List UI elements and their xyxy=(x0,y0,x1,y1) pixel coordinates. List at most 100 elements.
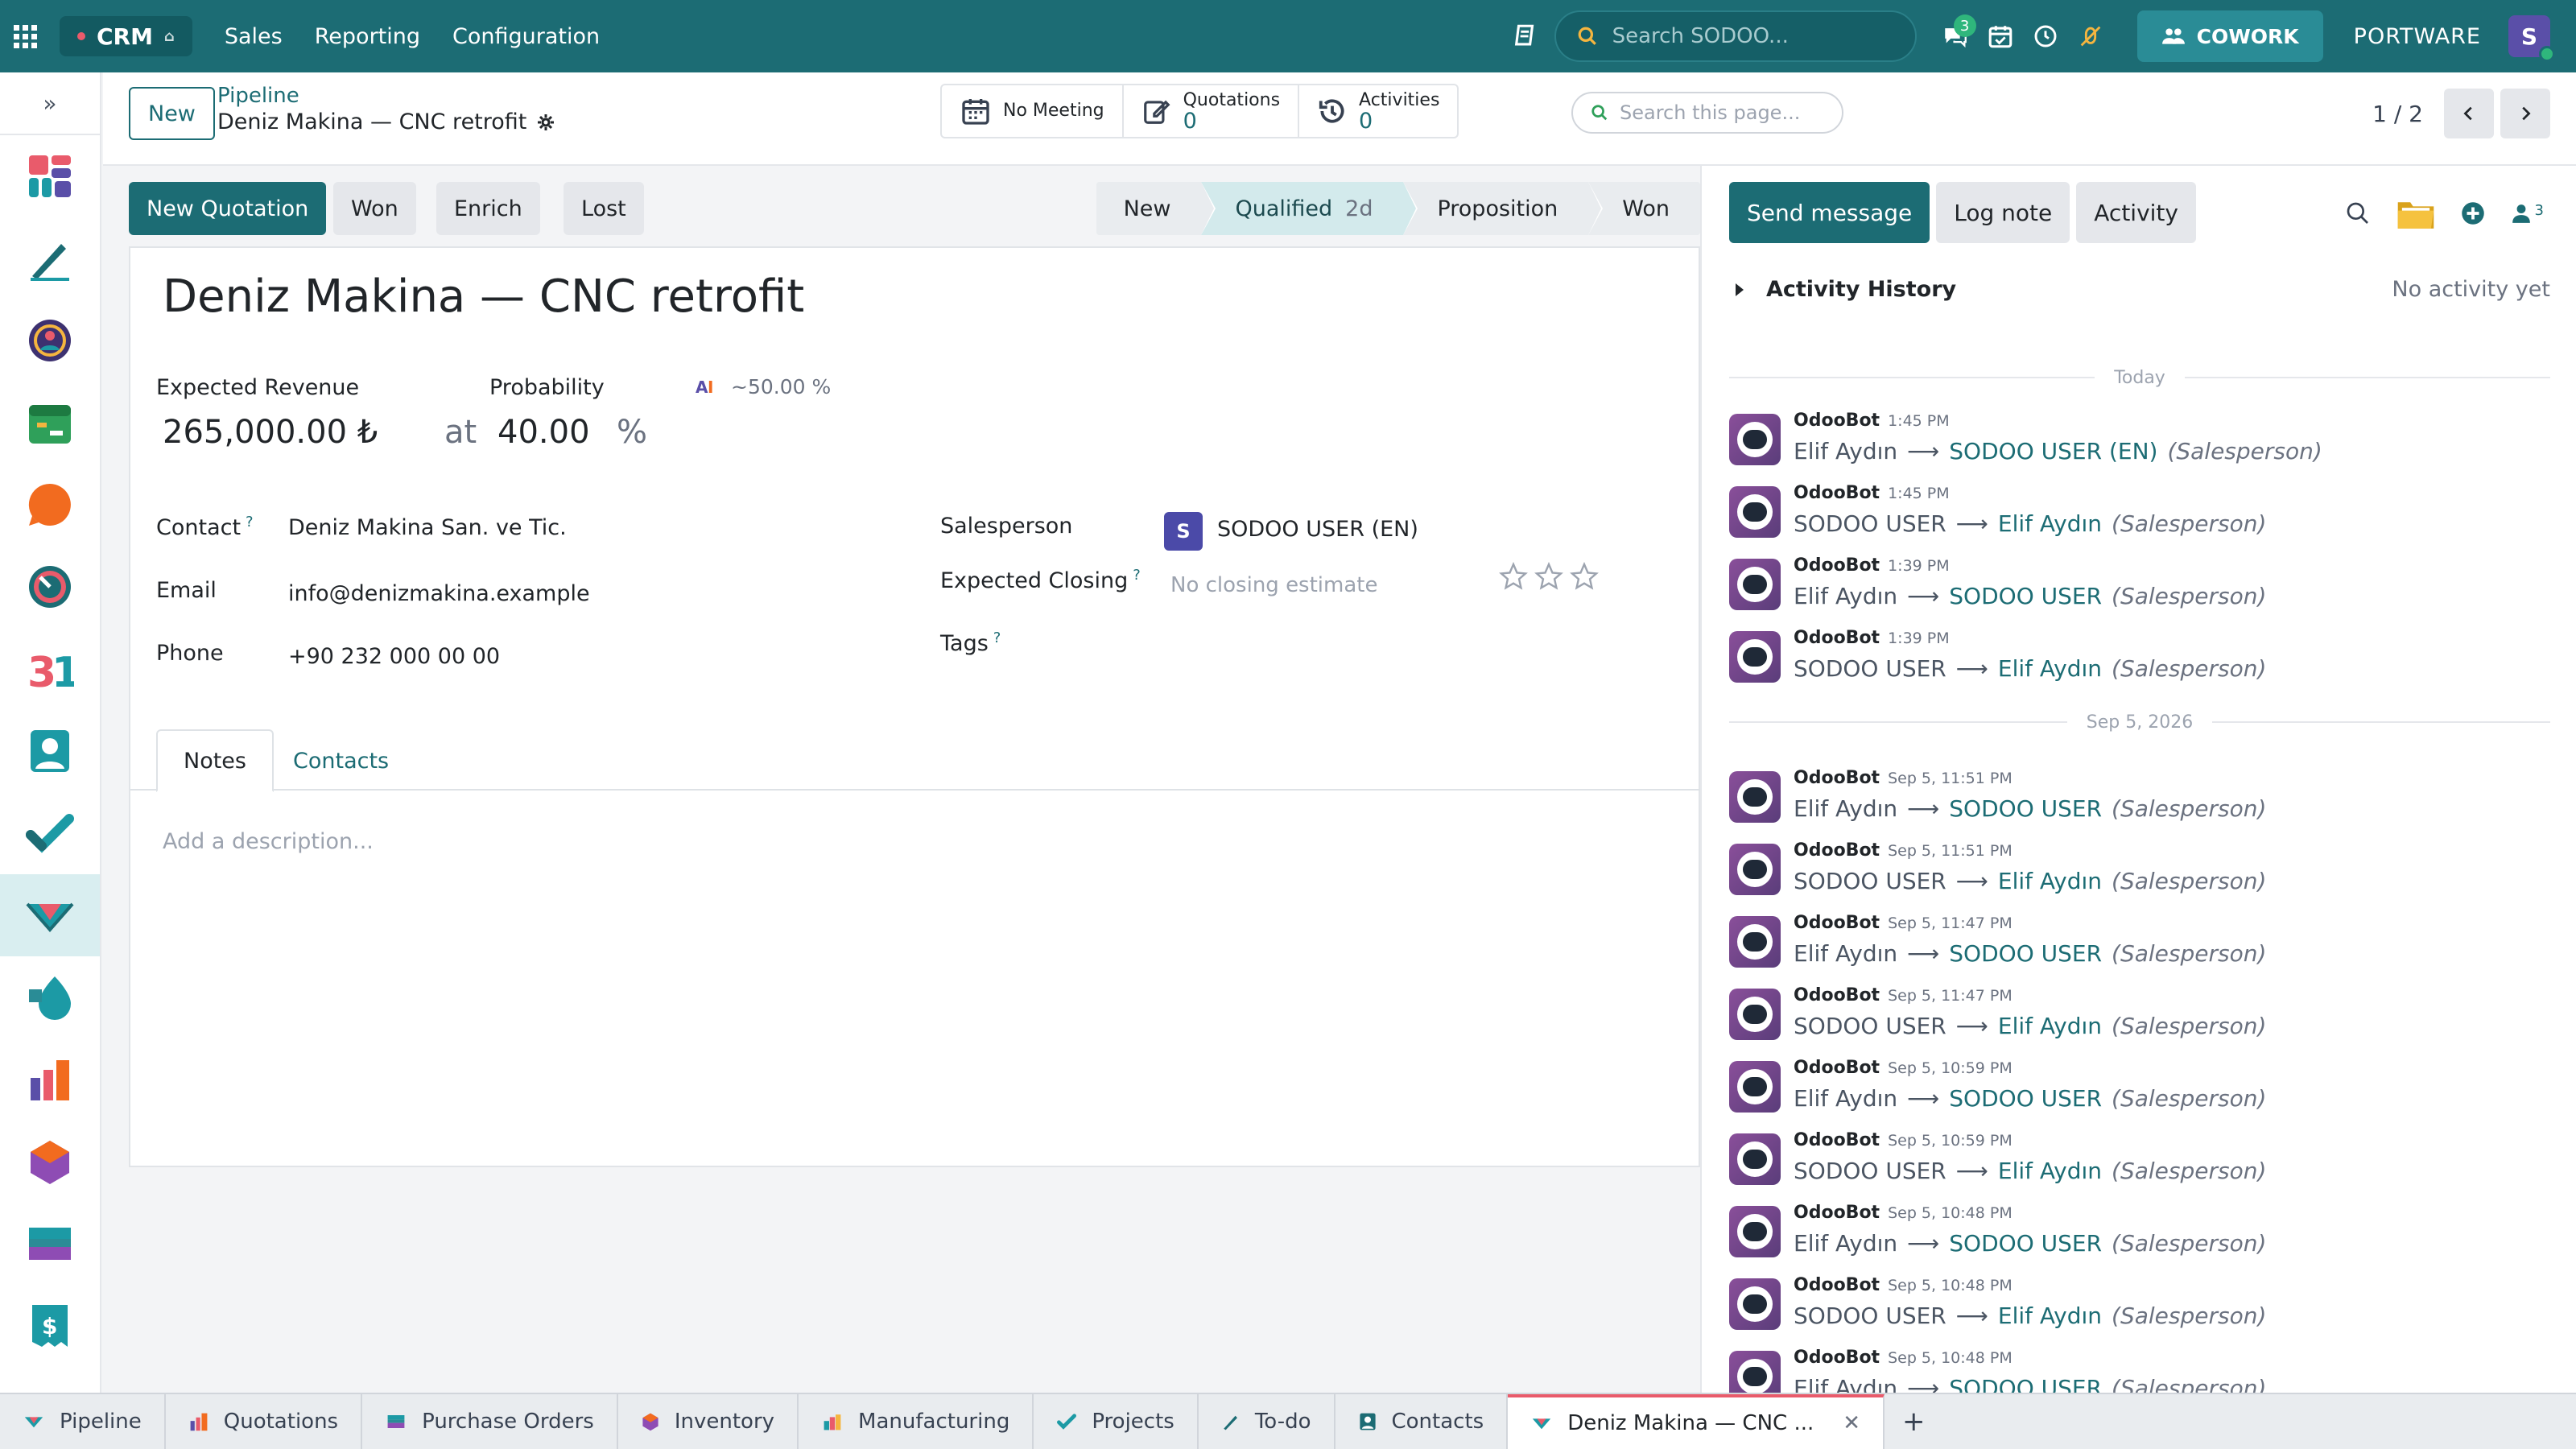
message-author[interactable]: OdooBot xyxy=(1794,483,1880,503)
sidebar-expand-button[interactable]: » xyxy=(0,72,100,135)
bug-debug-icon[interactable] xyxy=(2068,0,2113,72)
help-tooltip-icon[interactable]: ? xyxy=(1133,567,1141,584)
sidebar-item-planning[interactable] xyxy=(0,382,100,464)
lost-button[interactable]: Lost xyxy=(564,182,644,235)
sidebar-item-discuss[interactable] xyxy=(0,464,100,546)
sidebar-item-dashboards[interactable] xyxy=(0,135,100,217)
bottom-tab-pipeline[interactable]: Pipeline xyxy=(0,1394,166,1449)
probability-value[interactable]: 40.00 xyxy=(497,414,590,451)
sidebar-item-purchase[interactable] xyxy=(0,1203,100,1285)
tab-contacts[interactable]: Contacts xyxy=(267,729,415,792)
documentation-icon[interactable] xyxy=(1503,0,1548,72)
salesperson-value[interactable]: SODOO USER (EN) xyxy=(1217,517,1418,542)
message-author[interactable]: OdooBot xyxy=(1794,555,1880,576)
bottom-tab-quotations[interactable]: Quotations xyxy=(166,1394,363,1449)
sidebar-item-timesheets[interactable] xyxy=(0,546,100,628)
cowork-button[interactable]: COWORK xyxy=(2136,10,2323,62)
bottom-tab-inventory[interactable]: Inventory xyxy=(618,1394,799,1449)
new-quotation-button[interactable]: New Quotation xyxy=(129,182,327,235)
message-author[interactable]: OdooBot xyxy=(1794,985,1880,1005)
bottom-tab-todo[interactable]: To-do xyxy=(1199,1394,1335,1449)
attachment-folder-icon[interactable] xyxy=(2396,196,2435,230)
sidebar-item-community[interactable] xyxy=(0,299,100,382)
message-author[interactable]: OdooBot xyxy=(1794,913,1880,933)
apps-menu-button[interactable] xyxy=(0,0,50,72)
page-search[interactable] xyxy=(1571,92,1843,134)
message-author[interactable]: OdooBot xyxy=(1794,768,1880,788)
tab-notes[interactable]: Notes xyxy=(156,729,274,792)
log-note-button[interactable]: Log note xyxy=(1936,182,2070,243)
menu-item-configuration[interactable]: Configuration xyxy=(452,24,600,49)
activity-history[interactable]: Activity History No activity yet xyxy=(1729,277,2550,302)
sidebar-item-calendar[interactable]: 31 xyxy=(0,628,100,710)
clock-icon[interactable] xyxy=(2023,0,2068,72)
stage-won[interactable]: Won xyxy=(1588,182,1700,235)
current-app-button[interactable]: CRM ⌂ xyxy=(60,16,192,56)
email-value[interactable]: info@denizmakina.example xyxy=(288,581,590,606)
chat-icon[interactable]: 3 xyxy=(1933,0,1978,72)
calendar-icon[interactable] xyxy=(1978,0,2023,72)
bottom-tab-manufacturing[interactable]: Manufacturing xyxy=(799,1394,1034,1449)
send-message-button[interactable]: Send message xyxy=(1729,182,1930,243)
bottom-tab-current-record[interactable]: Deniz Makina — CNC ... ✕ xyxy=(1508,1394,1885,1449)
user-avatar[interactable]: S xyxy=(2508,15,2555,62)
page-search-input[interactable] xyxy=(1620,101,1837,124)
message-author[interactable]: OdooBot xyxy=(1794,1275,1880,1295)
meeting-smart-button[interactable]: No Meeting xyxy=(942,85,1124,137)
sidebar-item-inventory[interactable] xyxy=(0,1121,100,1203)
stage-new[interactable]: New xyxy=(1096,182,1216,235)
star-icon[interactable] xyxy=(1499,562,1528,591)
expected-revenue-value[interactable]: 265,000.00 ₺ xyxy=(163,414,378,451)
opportunity-title[interactable]: Deniz Makina — CNC retrofit xyxy=(163,270,804,323)
message-author[interactable]: OdooBot xyxy=(1794,411,1880,431)
pager-next-button[interactable] xyxy=(2500,89,2550,138)
sidebar-item-crm[interactable] xyxy=(0,874,100,956)
new-record-button[interactable]: New xyxy=(129,87,215,140)
sidebar-item-helpdesk[interactable] xyxy=(0,956,100,1038)
sidebar-item-project[interactable] xyxy=(0,792,100,874)
pager-previous-button[interactable] xyxy=(2444,89,2494,138)
message-author[interactable]: OdooBot xyxy=(1794,1058,1880,1078)
bottom-tab-purchase-orders[interactable]: Purchase Orders xyxy=(362,1394,618,1449)
add-follower-icon[interactable] xyxy=(2461,201,2485,225)
activity-button[interactable]: Activity xyxy=(2076,182,2196,243)
activities-smart-button[interactable]: Activities 0 xyxy=(1299,85,1457,137)
stage-proposition[interactable]: Proposition xyxy=(1403,182,1604,235)
close-icon[interactable]: ✕ xyxy=(1843,1411,1860,1435)
message-author[interactable]: OdooBot xyxy=(1794,840,1880,861)
quotations-smart-button[interactable]: Quotations 0 xyxy=(1124,85,1300,137)
followers-button[interactable]: 3 xyxy=(2511,202,2544,225)
global-search[interactable] xyxy=(1554,10,1917,62)
bottom-tab-contacts[interactable]: Contacts xyxy=(1335,1394,1509,1449)
description-field[interactable]: Add a description... xyxy=(163,829,374,854)
menu-item-reporting[interactable]: Reporting xyxy=(315,24,420,49)
sidebar-item-manufacturing[interactable] xyxy=(0,1038,100,1121)
pager-value[interactable]: 1 / 2 xyxy=(2372,101,2423,127)
help-tooltip-icon[interactable]: ? xyxy=(246,514,254,530)
ai-icon[interactable]: AI xyxy=(696,377,720,401)
sidebar-item-sign[interactable] xyxy=(0,217,100,299)
search-icon[interactable] xyxy=(2345,200,2371,226)
breadcrumb-parent[interactable]: Pipeline xyxy=(217,84,555,108)
expected-closing-input[interactable]: No closing estimate xyxy=(1170,573,1377,597)
stage-qualified[interactable]: Qualified 2d xyxy=(1201,182,1418,235)
bottom-tab-projects[interactable]: Projects xyxy=(1034,1394,1199,1449)
company-switcher[interactable]: PORTWARE xyxy=(2354,24,2481,49)
enrich-button[interactable]: Enrich xyxy=(436,182,540,235)
phone-value[interactable]: +90 232 000 00 00 xyxy=(288,644,500,669)
gear-icon[interactable] xyxy=(536,113,555,132)
won-button[interactable]: Won xyxy=(333,182,416,235)
global-search-input[interactable] xyxy=(1612,24,1902,48)
message-author[interactable]: OdooBot xyxy=(1794,1203,1880,1223)
message-author[interactable]: OdooBot xyxy=(1794,1130,1880,1150)
help-tooltip-icon[interactable]: ? xyxy=(993,630,1001,646)
message-author[interactable]: OdooBot xyxy=(1794,628,1880,648)
star-icon[interactable] xyxy=(1534,562,1563,591)
star-icon[interactable] xyxy=(1570,562,1599,591)
sidebar-item-invoicing[interactable]: $ xyxy=(0,1285,100,1367)
menu-item-sales[interactable]: Sales xyxy=(225,24,283,49)
message-author[interactable]: OdooBot xyxy=(1794,1348,1880,1368)
sidebar-item-employees[interactable] xyxy=(0,710,100,792)
new-tab-button[interactable]: + xyxy=(1885,1394,1943,1449)
contact-value[interactable]: Deniz Makina San. ve Tic. xyxy=(288,515,567,540)
